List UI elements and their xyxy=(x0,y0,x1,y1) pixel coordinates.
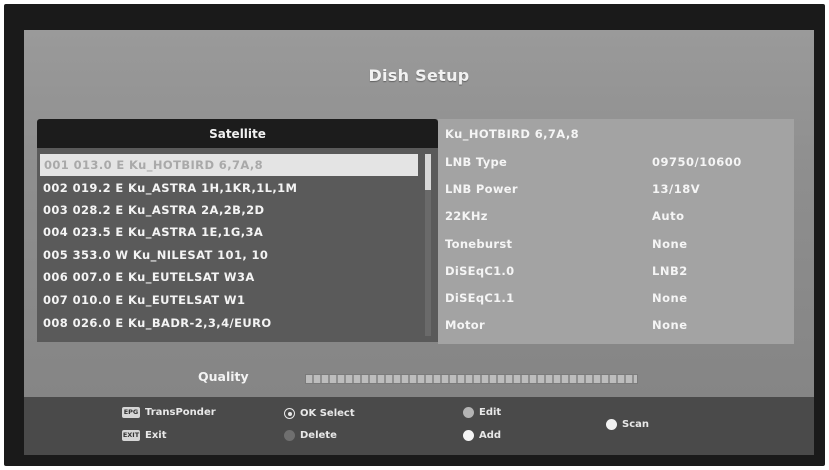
exit-hint[interactable]: EXIT Exit xyxy=(122,430,167,441)
scan-hint[interactable]: Scan xyxy=(606,419,649,430)
scan-label: Scan xyxy=(622,419,649,430)
transponder-label: TransPonder xyxy=(145,407,216,418)
tv-screen: Dish Setup Satellite 001 013.0 E Ku_HOTB… xyxy=(4,4,825,466)
add-hint[interactable]: Add xyxy=(463,430,501,441)
motor-label[interactable]: Motor xyxy=(445,318,485,332)
satellite-item-nilesat[interactable]: 005 353.0 W Ku_NILESAT 101, 10 xyxy=(37,244,421,266)
toneburst-label[interactable]: Toneburst xyxy=(445,237,512,251)
lnb-power-label[interactable]: LNB Power xyxy=(445,182,518,196)
ok-select-hint[interactable]: OK Select xyxy=(284,408,355,419)
satellite-item-astra-2a[interactable]: 003 028.2 E Ku_ASTRA 2A,2B,2D xyxy=(37,199,421,221)
diseqc11-label[interactable]: DiSEqC1.1 xyxy=(445,291,514,305)
lnb-settings-panel: Ku_HOTBIRD 6,7A,8 LNB Type 09750/10600 L… xyxy=(438,119,794,344)
ok-select-label: OK Select xyxy=(300,408,355,419)
delete-hint[interactable]: Delete xyxy=(284,430,337,441)
diseqc11-value[interactable]: None xyxy=(652,291,688,305)
22khz-label[interactable]: 22KHz xyxy=(445,209,488,223)
diseqc10-value[interactable]: LNB2 xyxy=(652,264,688,278)
exit-key-icon: EXIT xyxy=(122,430,140,441)
scrollbar-thumb[interactable] xyxy=(425,154,431,190)
signal-quality-bar xyxy=(305,374,638,384)
satellite-item-eutelsat-w3a[interactable]: 006 007.0 E Ku_EUTELSAT W3A xyxy=(37,266,421,288)
satellite-item-eutelsat-w1[interactable]: 007 010.0 E Ku_EUTELSAT W1 xyxy=(37,289,421,311)
satellite-item-hotbird[interactable]: 001 013.0 E Ku_HOTBIRD 6,7A,8 xyxy=(40,154,418,176)
motor-value[interactable]: None xyxy=(652,318,688,332)
quality-label: Quality xyxy=(198,369,249,384)
satellite-item-astra-1h[interactable]: 002 019.2 E Ku_ASTRA 1H,1KR,1L,1M xyxy=(37,177,421,199)
lnb-type-label[interactable]: LNB Type xyxy=(445,155,507,169)
edit-label: Edit xyxy=(479,407,502,418)
lnb-power-value[interactable]: 13/18V xyxy=(652,182,700,196)
satellite-item-badr[interactable]: 008 026.0 E Ku_BADR-2,3,4/EURO xyxy=(37,312,421,334)
delete-label: Delete xyxy=(300,430,337,441)
epg-key-icon: EPG xyxy=(122,407,140,418)
green-key-icon xyxy=(284,430,295,441)
satellite-list-header: Satellite xyxy=(37,119,438,148)
footer-help-bar: EPG TransPonder EXIT Exit OK Select Dele… xyxy=(24,397,814,455)
selected-satellite-name: Ku_HOTBIRD 6,7A,8 xyxy=(445,127,579,141)
edit-hint[interactable]: Edit xyxy=(463,407,501,418)
lnb-type-value[interactable]: 09750/10600 xyxy=(652,155,742,169)
satellite-list[interactable]: 001 013.0 E Ku_HOTBIRD 6,7A,8 002 019.2 … xyxy=(37,148,438,342)
satellite-item-astra-1e[interactable]: 004 023.5 E Ku_ASTRA 1E,1G,3A xyxy=(37,221,421,243)
transponder-hint[interactable]: EPG TransPonder xyxy=(122,407,216,418)
add-label: Add xyxy=(479,430,502,441)
dish-setup-panel: Dish Setup Satellite 001 013.0 E Ku_HOTB… xyxy=(24,30,814,397)
exit-label: Exit xyxy=(145,430,167,441)
blue-key-icon xyxy=(606,419,617,430)
diseqc10-label[interactable]: DiSEqC1.0 xyxy=(445,264,514,278)
satellite-list-scrollbar[interactable] xyxy=(425,154,431,336)
22khz-value[interactable]: Auto xyxy=(652,209,685,223)
page-title: Dish Setup xyxy=(368,66,470,85)
yellow-key-icon xyxy=(463,407,474,418)
white-key-icon xyxy=(463,430,474,441)
toneburst-value[interactable]: None xyxy=(652,237,688,251)
ok-button-icon xyxy=(284,408,295,419)
